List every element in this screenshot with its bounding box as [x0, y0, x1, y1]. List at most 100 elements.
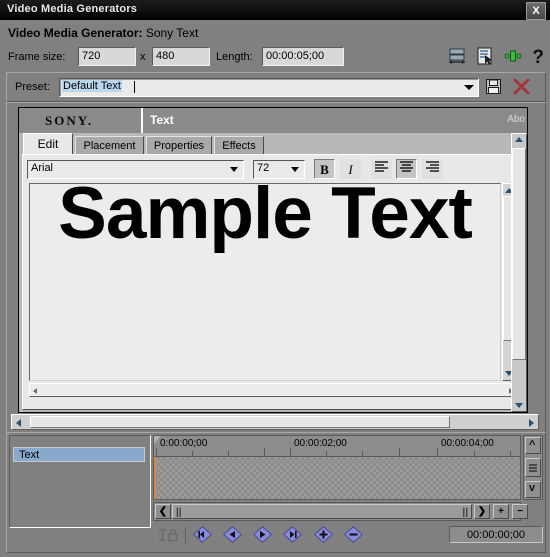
tab-effects[interactable]: Effects [214, 136, 264, 155]
help-icon[interactable]: ? [532, 47, 544, 68]
length-input[interactable]: 00:00:05;00 [262, 47, 344, 66]
align-right-button[interactable] [422, 159, 443, 179]
plugin-horizontal-scrollbar[interactable] [11, 414, 539, 430]
font-toolbar: Arial 72 B I [27, 159, 519, 181]
text-edit-canvas[interactable]: Sample Text [29, 183, 501, 381]
font-family-combo[interactable]: Arial [27, 160, 244, 179]
font-size-value: 72 [257, 162, 270, 174]
italic-label: I [348, 162, 353, 177]
last-keyframe-button[interactable] [282, 526, 303, 543]
frame-height-input[interactable]: 480 [152, 47, 210, 66]
chevron-up-icon: ^ [529, 439, 536, 451]
chevron-down-icon[interactable] [464, 85, 474, 90]
canvas-horizontal-scrollbar[interactable] [29, 383, 517, 397]
align-left-button[interactable] [371, 159, 392, 179]
timeline-scroll-bar[interactable]: ❮ || || ❯ + − [153, 502, 528, 521]
sony-logo: SONY. [45, 113, 94, 128]
tab-properties[interactable]: Properties [146, 136, 212, 155]
frame-size-label: Frame size: [8, 51, 66, 63]
scroll-down-icon[interactable] [515, 403, 523, 408]
delete-preset-icon[interactable] [512, 77, 531, 99]
tab-placement[interactable]: Placement [75, 136, 144, 155]
frame-width-input[interactable]: 720 [78, 47, 136, 66]
bold-button[interactable]: B [314, 159, 335, 179]
plugin-panel-wrapper: SONY. Text Abo Edit Placement Properties… [6, 102, 546, 434]
generator-header: Video Media Generator: Sony Text [8, 26, 198, 40]
lock-aspect-icon[interactable] [157, 527, 179, 543]
scroll-up-icon[interactable] [515, 137, 523, 142]
length-label: Length: [216, 51, 253, 63]
plugin-vertical-scrollbar[interactable] [511, 133, 527, 412]
add-keyframe-button[interactable] [313, 526, 334, 543]
chevron-down-icon: v [529, 482, 536, 494]
timeline-scroll-down-button[interactable]: v [525, 481, 541, 498]
align-right-icon [425, 161, 440, 176]
ruler-label-1: 00:00:02;00 [294, 438, 347, 449]
keyframe-toolbar: 00:00:00;00 [153, 523, 545, 549]
bold-label: B [320, 162, 329, 177]
timeline-zoom-out-button[interactable]: − [512, 504, 528, 519]
plugin-tabstrip: Edit Placement Properties Effects [19, 133, 527, 156]
plugin-hscroll-thumb[interactable] [30, 416, 450, 428]
save-preset-icon[interactable] [485, 78, 502, 98]
keyframe-section: Text 0:00:00;00 00:00:02;00 00:00:04;00 [6, 432, 546, 553]
next-keyframe-button[interactable] [252, 526, 273, 543]
timeline-scroll-next-button[interactable]: ❯ [474, 504, 490, 519]
title-bar: Video Media Generators X [0, 0, 550, 21]
chevron-down-icon[interactable] [291, 167, 299, 172]
preset-combo[interactable]: Default Text [59, 78, 479, 97]
close-button[interactable]: X [526, 2, 546, 20]
timeline-scroll-thumb[interactable]: || || [172, 504, 472, 519]
keyframe-track-list: Text [9, 435, 151, 528]
scroll-right-icon[interactable] [529, 419, 534, 427]
timeline-zoom-in-button[interactable]: + [493, 504, 509, 519]
window-client-area: Video Media Generator: Sony Text Frame s… [0, 20, 550, 557]
previous-keyframe-button[interactable] [222, 526, 243, 543]
match-media-settings-icon[interactable] [447, 46, 467, 69]
about-link[interactable]: Abo [507, 114, 525, 125]
align-left-icon [374, 161, 389, 176]
track-item-text[interactable]: Text [13, 447, 145, 462]
plugin-vscroll-thumb[interactable] [512, 148, 526, 360]
timeline-scroll-up-button[interactable]: ^ [525, 437, 541, 454]
delete-keyframe-button[interactable] [343, 526, 364, 543]
timeline-cursor-head[interactable] [154, 436, 161, 444]
chevron-down-icon[interactable] [230, 167, 238, 172]
keyframe-timeline[interactable]: 0:00:00;00 00:00:02;00 00:00:04;00 [153, 435, 521, 500]
timeline-vertical-scrollbar[interactable]: ^ v [523, 435, 543, 500]
keyframe-timecode[interactable]: 00:00:00;00 [449, 526, 543, 543]
toolbar-divider [185, 527, 186, 543]
font-size-combo[interactable]: 72 [253, 160, 305, 179]
ruler-label-2: 00:00:04;00 [441, 438, 494, 449]
scroll-left-icon[interactable] [33, 388, 37, 394]
align-center-button[interactable] [396, 159, 417, 179]
generator-header-label: Video Media Generator: [8, 26, 143, 40]
scroll-left-icon[interactable] [16, 419, 21, 427]
generator-name: Sony Text [145, 26, 199, 40]
sample-text: Sample Text [58, 183, 473, 254]
timeline-track-height-button[interactable] [525, 458, 541, 477]
media-properties-icon[interactable] [475, 46, 495, 69]
window-title: Video Media Generators [7, 3, 138, 15]
timeline-scroll-prev-button[interactable]: ❮ [155, 504, 171, 519]
font-family-value: Arial [31, 162, 54, 174]
thumb-grip-left: || [176, 507, 182, 518]
plugin-title: Text [150, 113, 174, 127]
timeline-track-area[interactable] [154, 457, 520, 499]
plug-in-chain-icon[interactable] [503, 46, 523, 69]
align-center-icon [399, 161, 414, 176]
preset-value: Default Text [62, 80, 122, 92]
italic-button[interactable]: I [340, 159, 361, 179]
properties-toolbar: ? [447, 46, 544, 70]
sony-text-plugin: SONY. Text Abo Edit Placement Properties… [18, 107, 528, 413]
edit-tab-panel: Arial 72 B I Sample Text [22, 154, 524, 410]
timeline-cursor[interactable] [154, 457, 156, 499]
text-caret [134, 81, 135, 93]
preset-bar: Preset: Default Text [6, 72, 546, 102]
tab-edit[interactable]: Edit [23, 133, 73, 156]
timeline-ruler[interactable]: 0:00:00;00 00:00:02;00 00:00:04;00 [154, 436, 520, 457]
video-media-generators-window: Video Media Generators X Video Media Gen… [0, 0, 550, 557]
frame-size-row: Frame size: 720 x 480 Length: 00:00:05;0… [0, 46, 550, 72]
first-keyframe-button[interactable] [192, 526, 213, 543]
ruler-label-0: 0:00:00;00 [160, 438, 208, 449]
